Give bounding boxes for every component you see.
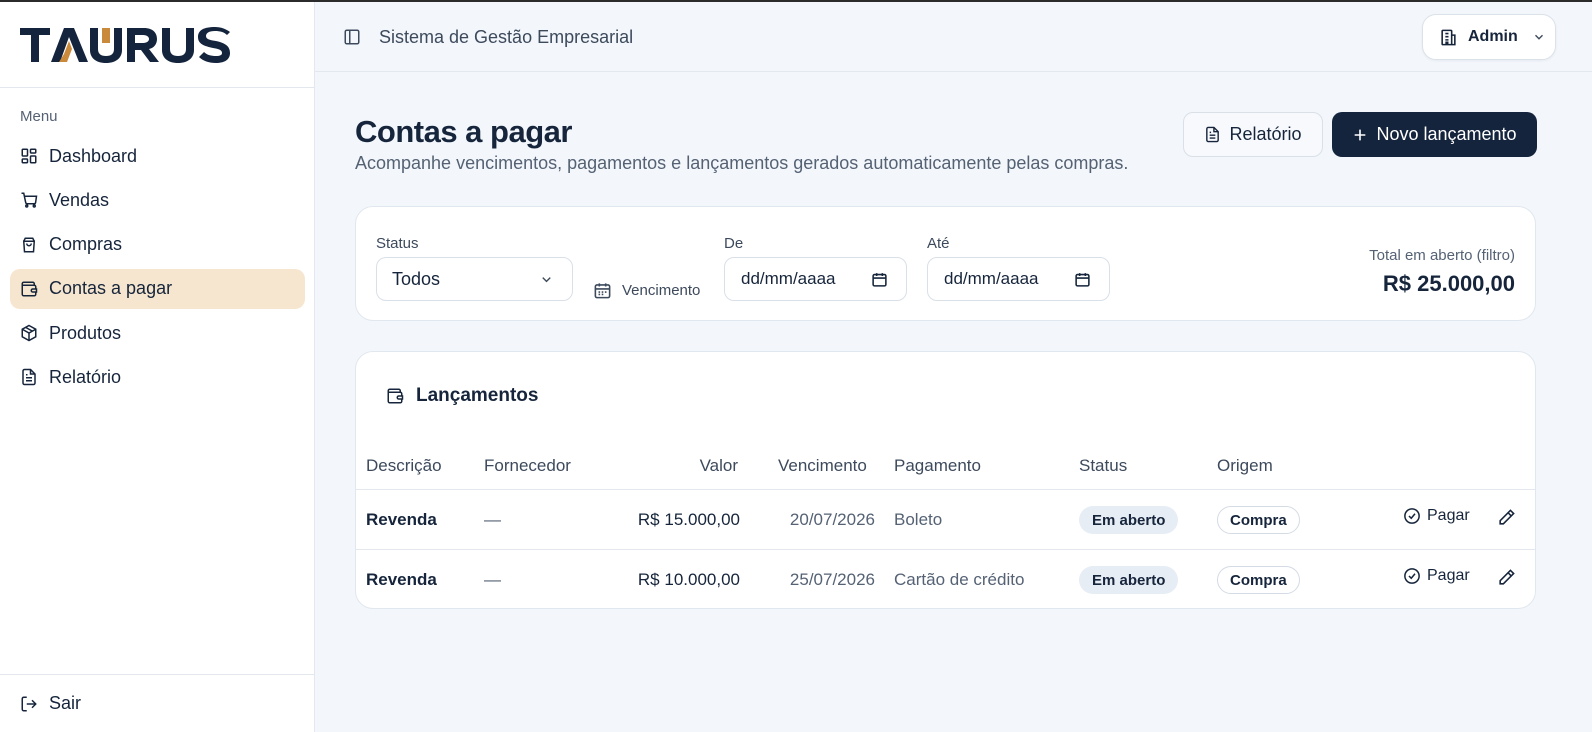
report-button-label: Relatório <box>1229 124 1302 144</box>
due-date-filter-label: Vencimento <box>593 281 700 300</box>
logout-icon <box>20 695 38 713</box>
chevron-down-icon <box>1532 30 1546 44</box>
sidebar-item-compras[interactable]: Compras <box>10 225 305 265</box>
sidebar-nav: Dashboard Vendas Compras Contas a pagar … <box>10 136 305 402</box>
column-header-pagamento: Pagamento <box>894 456 981 475</box>
plus-icon <box>1352 127 1368 143</box>
to-label: Até <box>927 235 950 252</box>
sidebar-item-contas-a-pagar[interactable]: Contas a pagar <box>10 268 305 309</box>
total-open-value: R$ 25.000,00 <box>1382 271 1515 296</box>
dashboard-icon <box>20 147 38 165</box>
sidebar-item-vendas[interactable]: Vendas <box>10 180 305 220</box>
sidebar-item-label: Contas a pagar <box>49 278 173 299</box>
edit-pencil-icon[interactable] <box>1497 568 1516 587</box>
building-icon <box>1439 28 1458 47</box>
column-header-valor: Valor <box>699 456 738 475</box>
origin-badge: Compra <box>1217 566 1300 594</box>
chevron-down-icon <box>539 272 554 287</box>
column-header-descricao: Descrição <box>366 456 442 475</box>
sidebar-item-relatorio[interactable]: Relatório <box>10 357 305 397</box>
cell-vencimento: 20/07/2026 <box>789 510 875 529</box>
sidebar-item-label: Vendas <box>49 189 110 210</box>
logout-label: Sair <box>49 693 82 713</box>
status-badge: Em aberto <box>1079 506 1179 534</box>
due-label: Vencimento <box>622 282 701 299</box>
status-label: Status <box>376 235 419 252</box>
status-select[interactable]: Todos <box>376 257 573 301</box>
sidebar-item-label: Compras <box>49 234 123 255</box>
calendar-icon[interactable] <box>871 271 888 288</box>
file-text-icon <box>20 368 38 386</box>
package-icon <box>20 324 38 342</box>
entries-title: Lançamentos <box>386 385 538 407</box>
new-entry-button[interactable]: Novo lançamento <box>1332 112 1537 157</box>
to-date-input[interactable]: dd/mm/aaaa <box>927 257 1110 301</box>
table-row: Revenda — R$ 15.000,00 20/07/2026 Boleto… <box>356 489 1535 549</box>
cell-valor: R$ 10.000,00 <box>637 570 740 589</box>
cell-pagamento: Boleto <box>894 510 943 529</box>
cell-descricao: Revenda <box>366 570 437 589</box>
wallet-icon <box>386 387 404 405</box>
column-header-vencimento: Vencimento <box>778 456 867 475</box>
sidebar-item-label: Produtos <box>49 322 122 343</box>
admin-menu-button[interactable]: Admin <box>1422 14 1556 60</box>
sidebar-item-dashboard[interactable]: Dashboard <box>10 136 305 176</box>
calendar-icon[interactable] <box>1074 271 1091 288</box>
cell-vencimento: 25/07/2026 <box>789 570 875 589</box>
filter-card: Status Todos Vencimento De dd/mm/aaaa At… <box>355 206 1536 321</box>
column-header-status: Status <box>1079 456 1128 475</box>
column-header-origem: Origem <box>1217 456 1273 475</box>
from-label: De <box>724 235 744 252</box>
cell-descricao: Revenda <box>366 510 437 529</box>
admin-label: Admin <box>1468 28 1518 45</box>
calendar-icon <box>593 281 612 300</box>
cart-icon <box>20 191 38 209</box>
taurus-logo <box>20 26 230 63</box>
entries-title-label: Lançamentos <box>416 385 539 406</box>
sidebar-item-produtos[interactable]: Produtos <box>10 313 305 353</box>
sidebar-item-label: Dashboard <box>49 145 138 166</box>
pay-button-label: Pagar <box>1427 567 1470 584</box>
topbar: Sistema de Gestão Empresarial Admin <box>315 2 1592 72</box>
file-text-icon <box>1204 126 1221 143</box>
sidebar-item-label: Relatório <box>49 366 122 387</box>
page-subtitle: Acompanhe vencimentos, pagamentos e lanç… <box>355 153 1129 173</box>
menu-title: Menu <box>20 108 58 125</box>
sidebar: Menu Dashboard Vendas Compras Contas a p… <box>0 2 315 732</box>
from-date-value: dd/mm/aaaa <box>741 269 836 288</box>
sidebar-toggle-icon[interactable] <box>343 28 361 46</box>
page-title: Contas a pagar <box>355 114 572 149</box>
pay-button[interactable]: Pagar <box>1403 507 1470 525</box>
to-date-value: dd/mm/aaaa <box>944 269 1039 288</box>
logout-button[interactable]: Sair <box>0 674 315 732</box>
pay-button[interactable]: Pagar <box>1403 567 1470 585</box>
cell-fornecedor: — <box>484 510 501 529</box>
column-header-fornecedor: Fornecedor <box>484 456 571 475</box>
report-button[interactable]: Relatório <box>1183 112 1323 157</box>
pay-button-label: Pagar <box>1427 507 1470 524</box>
total-open-label: Total em aberto (filtro) <box>1369 247 1515 264</box>
wallet-icon <box>20 280 38 298</box>
entries-card: Lançamentos Descrição Fornecedor Valor V… <box>355 351 1536 609</box>
logo[interactable] <box>0 2 314 88</box>
edit-pencil-icon[interactable] <box>1497 508 1516 527</box>
origin-badge: Compra <box>1217 506 1300 534</box>
app-title: Sistema de Gestão Empresarial <box>379 27 634 47</box>
table-row: Revenda — R$ 10.000,00 25/07/2026 Cartão… <box>356 549 1535 608</box>
shopping-bag-icon <box>20 236 38 254</box>
status-select-value: Todos <box>392 268 441 289</box>
check-circle-icon <box>1403 567 1421 585</box>
check-circle-icon <box>1403 507 1421 525</box>
cell-fornecedor: — <box>484 570 501 589</box>
from-date-input[interactable]: dd/mm/aaaa <box>724 257 907 301</box>
new-entry-label: Novo lançamento <box>1376 124 1517 144</box>
cell-pagamento: Cartão de crédito <box>894 570 1025 589</box>
cell-valor: R$ 15.000,00 <box>637 510 740 529</box>
status-badge: Em aberto <box>1079 566 1179 594</box>
